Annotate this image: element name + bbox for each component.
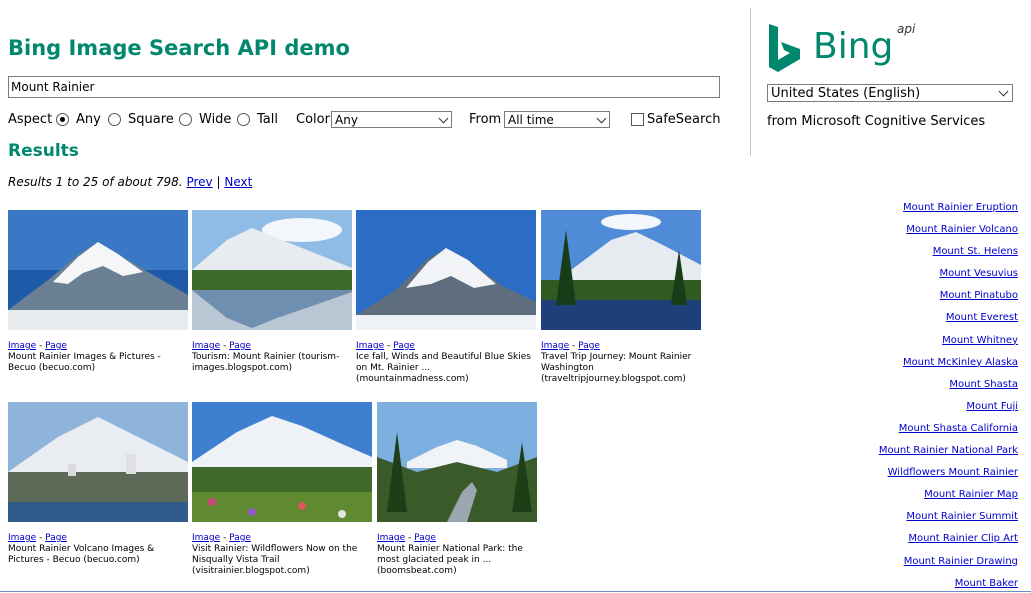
related-search-link[interactable]: Mount Rainier Eruption [818, 202, 1018, 224]
mountain-image [192, 210, 352, 330]
result-caption-7: Image - Page Mount Rainier National Park… [377, 533, 537, 577]
result-thumbnail-3[interactable] [356, 210, 536, 330]
next-link[interactable]: Next [224, 175, 252, 189]
safesearch-checkbox[interactable] [631, 113, 644, 126]
related-search-link[interactable]: Mount St. Helens [818, 246, 1018, 268]
page-link[interactable]: Page [229, 341, 251, 351]
bottom-divider [0, 591, 1031, 592]
image-link[interactable]: Image [192, 341, 220, 351]
bing-api-suffix: api [897, 22, 916, 36]
related-search-link[interactable]: Mount Rainier Drawing [818, 556, 1018, 578]
page-title: Bing Image Search API demo [8, 36, 350, 60]
from-label: From [469, 112, 502, 127]
aspect-any-radio[interactable] [56, 113, 69, 126]
mountain-image [541, 210, 701, 330]
image-link[interactable]: Image [192, 533, 220, 543]
image-link[interactable]: Image [377, 533, 405, 543]
mountain-image [8, 210, 188, 330]
related-search-link[interactable]: Mount Shasta [818, 379, 1018, 401]
aspect-square-label[interactable]: Square [128, 110, 174, 130]
chevron-down-icon [596, 113, 607, 124]
related-search-link[interactable]: Mount Rainier National Park [818, 445, 1018, 467]
from-select[interactable]: All time [504, 111, 610, 128]
header-divider [750, 8, 751, 156]
page-link[interactable]: Page [45, 533, 67, 543]
mountain-image [192, 402, 372, 522]
result-caption-2: Image - Page Tourism: Mount Rainier (tou… [192, 341, 350, 374]
results-summary-line: Results 1 to 25 of about 798. Prev | Nex… [8, 175, 252, 189]
result-thumbnail-1[interactable] [8, 210, 188, 330]
aspect-label: Aspect [8, 112, 53, 127]
pager-separator: | [216, 175, 221, 189]
service-tagline: from Microsoft Cognitive Services [767, 114, 986, 129]
result-caption-5: Image - Page Mount Rainier Volcano Image… [8, 533, 186, 566]
bing-wordmark: Bing [813, 26, 894, 67]
related-search-link[interactable]: Mount Everest [818, 312, 1018, 334]
result-thumbnail-2[interactable] [192, 210, 352, 330]
market-select[interactable]: United States (English) [767, 84, 1013, 102]
result-title: Ice fall, Winds and Beautiful Blue Skies… [356, 352, 531, 384]
aspect-square-radio[interactable] [108, 113, 121, 126]
result-caption-4: Image - Page Travel Trip Journey: Mount … [541, 341, 703, 385]
result-caption-6: Image - Page Visit Rainier: Wildflowers … [192, 533, 370, 577]
result-title: Mount Rainier Volcano Images & Pictures … [8, 544, 155, 565]
filter-row: Aspect Any Square Wide Tall Color Any Fr… [8, 110, 728, 130]
from-select-value: All time [508, 113, 554, 127]
related-search-link[interactable]: Mount Whitney [818, 335, 1018, 357]
page-link[interactable]: Page [393, 341, 415, 351]
result-title: Mount Rainier National Park: the most gl… [377, 544, 523, 576]
chevron-down-icon [438, 113, 449, 124]
results-summary: Results 1 to 25 of about 798. [8, 175, 183, 189]
aspect-tall-radio[interactable] [237, 113, 250, 126]
results-heading: Results [8, 141, 79, 161]
color-select[interactable]: Any [331, 111, 452, 128]
image-link[interactable]: Image [8, 533, 36, 543]
result-thumbnail-4[interactable] [541, 210, 701, 330]
related-search-link[interactable]: Wildflowers Mount Rainier [818, 467, 1018, 489]
related-searches: Mount Rainier Eruption Mount Rainier Vol… [818, 202, 1018, 593]
mountain-image [377, 402, 537, 522]
result-thumbnail-6[interactable] [192, 402, 372, 522]
bing-logo: Bing api [767, 22, 927, 76]
result-thumbnail-7[interactable] [377, 402, 537, 522]
related-search-link[interactable]: Mount Shasta California [818, 423, 1018, 445]
related-search-link[interactable]: Mount Rainier Summit [818, 511, 1018, 533]
related-search-link[interactable]: Mount Vesuvius [818, 268, 1018, 290]
page-link[interactable]: Page [414, 533, 436, 543]
result-thumbnail-5[interactable] [8, 402, 188, 522]
mountain-image [8, 402, 188, 522]
color-label: Color [296, 112, 330, 127]
result-title: Mount Rainier Images & Pictures - Becuo … [8, 352, 161, 373]
result-title: Visit Rainier: Wildflowers Now on the Ni… [192, 544, 358, 576]
aspect-tall-label[interactable]: Tall [257, 110, 278, 130]
related-search-link[interactable]: Mount Fuji [818, 401, 1018, 423]
safesearch-label[interactable]: SafeSearch [647, 110, 720, 130]
related-search-link[interactable]: Mount Rainier Map [818, 489, 1018, 511]
market-select-value: United States (English) [771, 86, 921, 101]
page: Bing Image Search API demo Mount Rainier… [0, 0, 1031, 593]
aspect-wide-label[interactable]: Wide [199, 110, 231, 130]
image-link[interactable]: Image [541, 341, 569, 351]
bing-b-icon [769, 24, 800, 72]
related-search-link[interactable]: Mount McKinley Alaska [818, 357, 1018, 379]
result-title: Travel Trip Journey: Mount Rainier Washi… [541, 352, 692, 384]
result-caption-3: Image - Page Ice fall, Winds and Beautif… [356, 341, 538, 385]
page-link[interactable]: Page [578, 341, 600, 351]
result-caption-1: Image - Page Mount Rainier Images & Pict… [8, 341, 186, 374]
related-search-link[interactable]: Mount Pinatubo [818, 290, 1018, 312]
image-link[interactable]: Image [8, 341, 36, 351]
page-link[interactable]: Page [229, 533, 251, 543]
image-link[interactable]: Image [356, 341, 384, 351]
prev-link[interactable]: Prev [186, 175, 212, 189]
chevron-down-icon [998, 86, 1009, 97]
result-title: Tourism: Mount Rainier (tourism-images.b… [192, 352, 340, 373]
page-link[interactable]: Page [45, 341, 67, 351]
related-search-link[interactable]: Mount Rainier Clip Art [818, 533, 1018, 555]
related-search-link[interactable]: Mount Rainier Volcano [818, 224, 1018, 246]
mountain-image [356, 210, 536, 330]
aspect-wide-radio[interactable] [179, 113, 192, 126]
search-input[interactable]: Mount Rainier [8, 76, 720, 98]
color-select-value: Any [335, 113, 358, 127]
aspect-any-label[interactable]: Any [76, 110, 101, 130]
